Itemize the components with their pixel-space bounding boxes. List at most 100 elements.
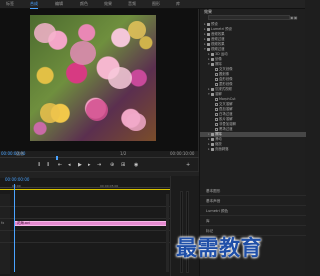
filter-icons[interactable]: ▣▣ <box>290 15 298 20</box>
folder-icon <box>211 132 214 136</box>
effects-tree-label: 擦除 <box>215 132 222 136</box>
folder-icon <box>207 42 210 46</box>
timeline-scrollbar[interactable] <box>166 194 169 272</box>
duration-timecode: 00:00:10:00 <box>170 151 195 156</box>
video-preview[interactable] <box>30 15 156 141</box>
workspace-bar: 标签 合成 编辑 颜色 效果 音频 图形 库 <box>0 0 305 9</box>
tab-workspace-3[interactable]: 颜色 <box>80 1 88 7</box>
effects-tree-label: 交叉溶解 <box>219 102 233 106</box>
folder-icon <box>211 52 214 56</box>
overwrite-icon[interactable]: ⊞ <box>121 162 125 168</box>
effects-tree-label: 叠加溶解 <box>219 107 233 111</box>
effects-tree-label: 预设 <box>211 22 218 26</box>
watermark-text: 最需教育 <box>176 236 262 260</box>
play-icon[interactable]: ▶ <box>78 162 82 168</box>
resolution-select[interactable]: 1/2 <box>120 151 126 156</box>
video-clip-label: 花海.avi <box>17 221 30 225</box>
effects-search-input[interactable] <box>208 15 290 20</box>
effects-tree-label: 视频效果 <box>211 42 225 46</box>
go-to-out-icon[interactable]: ⇥ <box>97 162 101 168</box>
panel-section-header[interactable]: 基本声音 <box>200 196 306 206</box>
timeline-ruler[interactable]: 00:00 00:00:05:00 <box>0 184 170 188</box>
monitor-scrub-bar[interactable] <box>0 157 199 160</box>
tab-workspace-6[interactable]: 图形 <box>152 1 160 7</box>
panel-section-header[interactable]: 基本图形 <box>200 186 306 196</box>
go-to-in-icon[interactable]: ⇤ <box>58 162 62 168</box>
timeline-panel: 00:00:00:00 00:00 00:00:05:00 fx 花海.avi <box>0 171 199 276</box>
step-back-icon[interactable]: ◂ <box>68 162 71 168</box>
effects-tree-label: 滑动 <box>215 137 222 141</box>
folder-icon <box>211 62 214 66</box>
folder-icon <box>207 32 210 36</box>
tab-workspace-1[interactable]: 合成 <box>30 1 38 9</box>
effects-tree-label: 非叠加溶解 <box>219 122 236 126</box>
monitor-playhead[interactable] <box>56 156 58 160</box>
transition-icon <box>215 122 218 126</box>
folder-icon <box>211 142 214 146</box>
tab-workspace-4[interactable]: 效果 <box>104 1 112 7</box>
panel-section-header[interactable]: Lumetri 颜色 <box>200 206 306 216</box>
transition-icon <box>215 67 218 71</box>
program-monitor <box>0 9 199 151</box>
effects-tree-item[interactable]: ▸ 页面剥落 <box>200 147 306 152</box>
transition-icon <box>215 77 218 81</box>
folder-icon <box>211 57 214 61</box>
tab-workspace-0[interactable]: 标签 <box>6 1 14 7</box>
work-area-bar[interactable] <box>0 189 170 190</box>
track-divider <box>0 206 170 207</box>
timeline-timecode[interactable]: 00:00:00:00 <box>5 177 29 182</box>
effects-tree-label: 视频过渡 <box>211 47 225 51</box>
insert-icon[interactable]: ⊕ <box>110 162 114 168</box>
effects-tree-label: 3D 运动 <box>215 52 228 56</box>
mark-in-icon[interactable]: ⦀ <box>38 162 40 168</box>
transition-icon <box>215 107 218 111</box>
transition-icon <box>215 72 218 76</box>
effects-tree-label: 黑场过渡 <box>219 127 233 131</box>
folder-icon <box>207 27 210 31</box>
effects-tree-label: 交叉划像 <box>219 67 233 71</box>
track-divider <box>0 230 170 231</box>
ruler-tick-1: 00:00:05:00 <box>100 184 119 188</box>
effects-tree-label: 胶片溶解 <box>219 117 233 121</box>
effects-tree-label: 音频效果 <box>211 32 225 36</box>
folder-icon <box>211 87 214 91</box>
effects-tree-label: 圆划像 <box>219 72 230 76</box>
effects-tree-label: 菱形划像 <box>219 82 233 86</box>
effects-tree: ▸ 预设 ▸ Lumetri 预设 ▸ 音频效果 ▸ 音频过渡 ▸ 视频效果 ▾ 视频过渡 ▸ 3D 运动… <box>200 22 306 152</box>
effects-tree-label: 划像 <box>215 57 222 61</box>
effects-tree-label: 缩放 <box>215 142 222 146</box>
transition-icon <box>215 97 218 101</box>
monitor-controls: 00:00:00:00 适合 1/2 00:00:10:00 ⦀ ⦀ ⇤ ◂ ▶… <box>0 151 199 171</box>
transition-icon <box>215 127 218 131</box>
tab-workspace-5[interactable]: 音频 <box>128 1 136 7</box>
transition-icon <box>215 117 218 121</box>
folder-icon <box>207 37 210 41</box>
folder-icon <box>211 137 214 141</box>
mark-out-icon[interactable]: ⦀ <box>47 162 49 168</box>
video-clip[interactable] <box>14 221 168 226</box>
folder-icon <box>207 47 210 51</box>
panel-section-header[interactable]: 库 <box>200 216 306 226</box>
folder-icon <box>207 22 210 26</box>
effects-tree-label: Lumetri 预设 <box>211 27 232 31</box>
transition-icon <box>215 112 218 116</box>
lower-panels: 基本图形 基本声音 Lumetri 颜色库标记 <box>200 186 306 236</box>
effects-tree-label: 音频过渡 <box>211 37 225 41</box>
tab-workspace-2[interactable]: 编辑 <box>55 1 63 7</box>
track-divider <box>0 218 170 219</box>
effects-tree-label: 溶解 <box>215 92 222 96</box>
effects-tree-label: 盒形划像 <box>219 77 233 81</box>
export-frame-icon[interactable]: ◉ <box>134 162 138 168</box>
folder-icon <box>211 92 214 96</box>
clip-fx-badge: fx <box>1 221 5 225</box>
tab-workspace-7[interactable]: 库 <box>176 1 180 7</box>
effects-tree-label: 页面剥落 <box>215 147 229 151</box>
transition-icon <box>215 102 218 106</box>
transition-icon <box>215 82 218 86</box>
effects-tree-label: 沉浸式视频 <box>215 87 232 91</box>
folder-icon <box>211 147 214 151</box>
step-forward-icon[interactable]: ▸ <box>88 162 91 168</box>
timeline-playhead[interactable] <box>14 184 15 272</box>
effects-tree-label: 擦除 <box>215 62 222 66</box>
add-button-icon[interactable]: + <box>186 162 190 168</box>
